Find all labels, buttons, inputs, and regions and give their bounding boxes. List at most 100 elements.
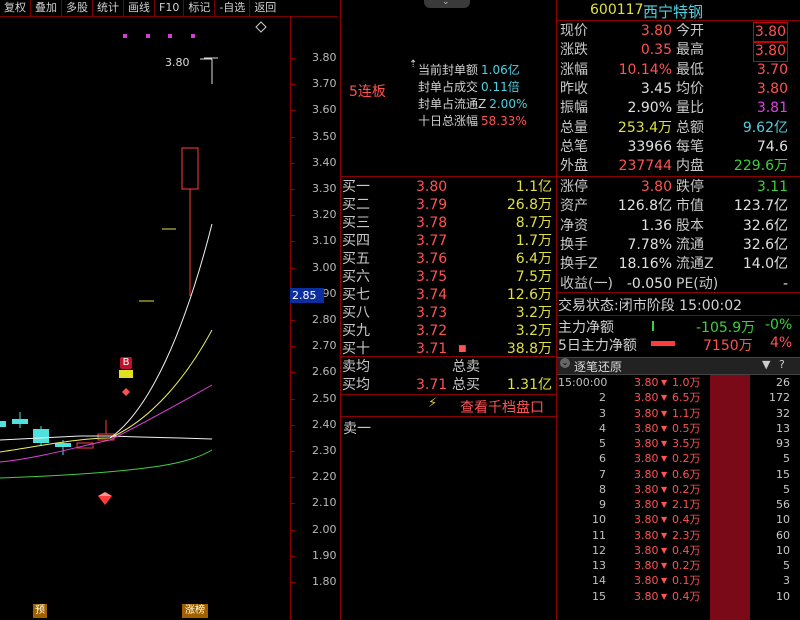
order-volume: 3.2万 [515,323,552,339]
b-signal-badge[interactable]: B [120,357,132,369]
quote-value: 253.4万 [617,119,672,136]
quote-value: 33966 [627,138,672,155]
quote-label: 外盘 [560,158,588,175]
order-price: 3.79 [416,197,448,213]
quote-label: 昨收 [560,80,588,97]
arrow-down-icon: ▼ [661,423,668,433]
tick-row: 15:00:00 3.80 ▼ 1.0万 26 [558,375,800,390]
quote-row: 总笔 33966 每笔 74.6 [558,138,800,157]
help-icon[interactable]: ? [779,358,785,371]
toolbar-button[interactable]: 叠加 [31,0,62,16]
tick-row: 9 3.80 ▼ 2.1万 56 [558,497,800,512]
toolbar-button[interactable]: 标记 [184,0,216,16]
order-level-label: 买九 [342,323,370,339]
tick-row: 7 3.80 ▼ 0.6万 15 [558,467,800,482]
collapse-icon[interactable]: ⌄ [560,358,570,368]
main-net-pct: -0% [765,317,793,333]
tick-count: 93 [776,437,790,450]
chart-high-label: 3.80 [165,56,190,69]
quote-label: 今开 [676,23,704,39]
tick-count: 5 [783,559,790,572]
tick-time: 9 [599,498,606,511]
quote-row: 总量 253.4万 总额 9.62亿 [558,119,800,138]
arrow-down-icon: ▼ [661,484,668,494]
quote-label: 现价 [560,23,588,39]
price-tick-mark [291,162,295,164]
quote-label: PE(动) [676,275,719,292]
small-diamond-icon [122,388,130,396]
price-tick-mark [291,451,295,452]
quote-label: 涨停 [560,179,588,195]
filter-icon[interactable]: ▼ [762,358,770,371]
order-price: 3.73 [416,305,448,321]
arrow-down-icon: ▼ [661,530,668,540]
price-tick-label: 2.50 [312,391,337,405]
tick-row: 11 3.80 ▼ 2.3万 60 [558,528,800,543]
tick-volume: 0.5万 [672,421,701,435]
quote-label: 跌停 [676,179,704,195]
price-tick-mark [291,372,295,374]
seal-stat-value: 2.00% [489,97,528,111]
quote-label: 资产 [560,198,588,215]
price-tick-label: 2.10 [312,496,337,510]
quote-label: 流通 [676,236,704,253]
tick-row: 5 3.80 ▼ 3.5万 93 [558,436,800,451]
price-tick-label: 3.20 [312,208,337,222]
tick-price: 3.80 [634,406,659,420]
seal-stat-row: 十日总涨幅 58.33% [418,112,527,129]
bottom-tag-right[interactable]: 涨榜 [182,604,208,618]
quote-label: 收益(一) [560,275,613,292]
arrow-down-icon: ▼ [661,454,668,464]
seal-stat-label: 封单占流通Z [418,97,487,111]
tick-price: 3.80 [634,421,659,435]
quote-label: 股本 [676,217,704,234]
toolbar-button[interactable]: 复权 [0,0,31,16]
order-book-row: 买六 3.75 7.5万 [342,268,556,286]
order-book-row: 买五 3.76 6.4万 [342,250,556,268]
divider [556,315,800,316]
price-tick-mark [291,58,295,59]
quote-label: 换手Z [560,256,598,273]
chevron-down-icon[interactable]: ⌄ [442,0,450,7]
tick-time: 3 [599,406,606,420]
toolbar-button[interactable]: 多股 [62,0,93,16]
toolbar-button[interactable]: -自选 [215,0,251,16]
indicator-dot [123,34,127,38]
bottom-tag-left[interactable]: 预 [33,604,47,618]
toolbar-button[interactable]: F10 [155,0,185,16]
tick-price: 3.80 [634,574,659,588]
seal-stat-label: 当前封单额 [418,63,479,77]
price-tick-label: 3.10 [312,234,337,248]
tick-time: 2 [599,391,606,405]
toolbar-button[interactable]: 画线 [124,0,155,16]
order-price: 3.74 [416,287,448,303]
toolbar-button[interactable]: 统计 [93,0,124,16]
depth-book-link[interactable]: 查看千档盘口 [460,397,544,417]
price-tick-mark [291,582,295,583]
quote-label: 总量 [560,119,588,136]
tick-volume: 2.1万 [672,498,701,511]
order-level-label: 买七 [342,287,370,303]
price-tick-label: 2.20 [312,470,337,484]
tick-price: 3.80 [634,376,659,389]
toolbar-button[interactable]: 返回 [250,0,280,16]
tick-row: 2 3.80 ▼ 6.5万 172 [558,390,800,405]
diamond-icon [255,21,267,33]
tick-volume: 0.1万 [672,574,701,588]
tick-count: 5 [783,452,790,466]
tick-count: 10 [776,513,790,527]
quote-row: 外盘 237744 内盘 229.6万 [558,157,800,176]
arrow-down-icon: ▼ [661,408,668,418]
quote-value: 9.62亿 [742,119,788,136]
middle-divider-right [556,0,557,620]
quote-value: 10.14% [618,61,672,78]
quote-row: 资产 126.8亿 市值 123.7亿 [558,197,800,216]
kline-chart[interactable]: B 3.80 预 涨榜 [0,16,290,620]
tick-volume: 0.4万 [672,589,701,603]
tick-volume: 1.1万 [672,406,701,420]
order-book-row: 买七 3.74 12.6万 [342,286,556,304]
tick-price: 3.80 [634,437,659,450]
sell-one-label: 卖一 [343,421,371,437]
stock-name[interactable]: 西宁特钢 [643,1,703,22]
tick-row: 6 3.80 ▼ 0.2万 5 [558,451,800,466]
